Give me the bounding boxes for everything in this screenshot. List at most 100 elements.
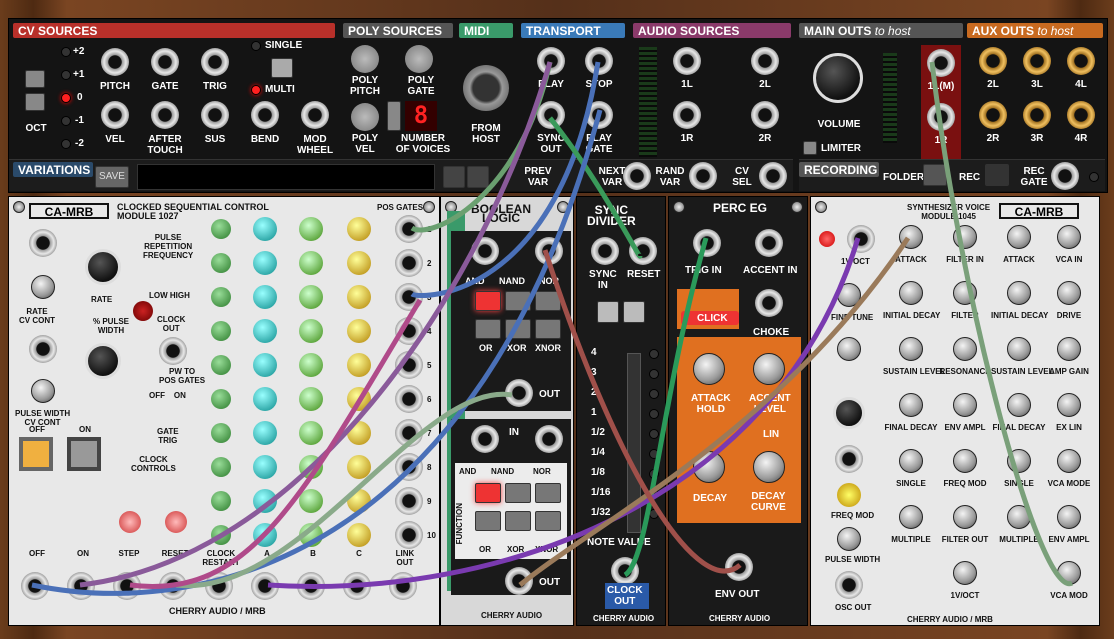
main-1r-jack[interactable]	[927, 103, 955, 131]
synth-knob[interactable]	[1057, 505, 1081, 529]
synth-knob[interactable]	[1057, 337, 1081, 361]
bottom-jack[interactable]	[67, 572, 95, 600]
aux-3l-jack[interactable]	[1023, 47, 1051, 75]
step-knob[interactable]	[211, 355, 231, 375]
synth-knob[interactable]	[1057, 225, 1081, 249]
step-knob[interactable]	[211, 219, 231, 239]
decay-knob[interactable]	[693, 451, 725, 483]
pulse-width-knob[interactable]	[85, 343, 121, 379]
reset-button[interactable]	[165, 511, 187, 533]
aftertouch-jack[interactable]	[151, 101, 179, 129]
step-knob[interactable]	[211, 491, 231, 511]
step-knob[interactable]	[211, 457, 231, 477]
step-knob[interactable]	[253, 217, 277, 241]
synth-knob[interactable]	[953, 337, 977, 361]
synth-knob[interactable]	[899, 393, 923, 417]
bottom-jack[interactable]	[159, 572, 187, 600]
synth-knob[interactable]	[953, 225, 977, 249]
pos-gate-jack[interactable]	[395, 249, 423, 277]
step-knob[interactable]	[253, 319, 277, 343]
synth-knob[interactable]	[1007, 393, 1031, 417]
synth-knob[interactable]	[1007, 449, 1031, 473]
poly-vel-jack[interactable]	[351, 103, 379, 131]
note-mode-button-2[interactable]	[623, 301, 645, 323]
gate2-xnor-button[interactable]	[535, 511, 561, 531]
pos-gate-jack[interactable]	[395, 317, 423, 345]
voices-stepper[interactable]	[387, 101, 401, 131]
bottom-jack[interactable]	[205, 572, 233, 600]
limiter-toggle[interactable]	[803, 141, 817, 155]
cv-sel-jack[interactable]	[759, 162, 787, 190]
logic2-in-a-jack[interactable]	[471, 425, 499, 453]
pos-gate-jack[interactable]	[395, 521, 423, 549]
synth-knob[interactable]	[1007, 337, 1031, 361]
synth-knob[interactable]	[1057, 561, 1081, 585]
variation-name-field[interactable]	[137, 164, 435, 190]
step-knob[interactable]	[253, 251, 277, 275]
osc-out-jack[interactable]	[835, 571, 863, 599]
pw-cv-knob[interactable]	[31, 379, 55, 403]
step-knob[interactable]	[347, 353, 371, 377]
accent-level-knob[interactable]	[753, 353, 785, 385]
clock-out-jack[interactable]	[159, 337, 187, 365]
step-knob[interactable]	[347, 523, 371, 547]
attack-hold-knob[interactable]	[693, 353, 725, 385]
step-knob[interactable]	[211, 423, 231, 443]
step-button[interactable]	[119, 511, 141, 533]
synth-knob[interactable]	[1057, 393, 1081, 417]
folder-icon[interactable]	[923, 164, 947, 186]
synth-knob[interactable]	[899, 449, 923, 473]
env-out-jack[interactable]	[725, 553, 753, 581]
bottom-jack[interactable]	[21, 572, 49, 600]
audio-1l-jack[interactable]	[673, 47, 701, 75]
range-knob[interactable]	[837, 337, 861, 361]
save-button[interactable]: SAVE	[95, 166, 129, 188]
step-knob[interactable]	[211, 253, 231, 273]
freq-knob[interactable]	[833, 397, 865, 429]
step-knob[interactable]	[347, 251, 371, 275]
synth-knob[interactable]	[1007, 281, 1031, 305]
prev-arrow-button[interactable]	[443, 166, 465, 188]
step-knob[interactable]	[211, 287, 231, 307]
synth-knob[interactable]	[953, 393, 977, 417]
off-button[interactable]	[19, 437, 53, 471]
step-knob[interactable]	[299, 217, 323, 241]
sus-jack[interactable]	[201, 101, 229, 129]
bend-jack[interactable]	[251, 101, 279, 129]
bottom-jack[interactable]	[389, 572, 417, 600]
volume-knob[interactable]	[813, 53, 863, 103]
gate-nand-button[interactable]	[505, 291, 531, 311]
synth-knob[interactable]	[899, 337, 923, 361]
step-knob[interactable]	[253, 489, 277, 513]
gate-xor-button[interactable]	[505, 319, 531, 339]
play-jack[interactable]	[537, 47, 565, 75]
synth-knob[interactable]	[953, 505, 977, 529]
pos-gate-jack[interactable]	[395, 385, 423, 413]
synth-knob[interactable]	[1007, 225, 1031, 249]
step-knob[interactable]	[299, 455, 323, 479]
step-knob[interactable]	[253, 523, 277, 547]
next-arrow-button[interactable]	[467, 166, 489, 188]
gate-xnor-button[interactable]	[535, 319, 561, 339]
step-knob[interactable]	[347, 489, 371, 513]
logic-in-a-jack[interactable]	[471, 237, 499, 265]
pulse-width-knob[interactable]	[837, 527, 861, 551]
step-knob[interactable]	[299, 387, 323, 411]
reset-jack[interactable]	[629, 237, 657, 265]
logic2-in-b-jack[interactable]	[535, 425, 563, 453]
decay-curve-knob[interactable]	[753, 451, 785, 483]
osc-1voct-jack[interactable]	[847, 225, 875, 253]
pw-cv-jack[interactable]	[29, 335, 57, 363]
clock-out-jack[interactable]	[611, 557, 639, 585]
aux-3r-jack[interactable]	[1023, 101, 1051, 129]
step-knob[interactable]	[299, 353, 323, 377]
note-mode-button[interactable]	[597, 301, 619, 323]
aux-2r-jack[interactable]	[979, 101, 1007, 129]
freq-mod-jack[interactable]	[835, 445, 863, 473]
step-knob[interactable]	[299, 489, 323, 513]
gate2-and-button[interactable]	[475, 483, 501, 503]
step-knob[interactable]	[347, 217, 371, 241]
step-knob[interactable]	[211, 321, 231, 341]
synth-knob[interactable]	[953, 281, 977, 305]
play-gate-jack[interactable]	[585, 101, 613, 129]
